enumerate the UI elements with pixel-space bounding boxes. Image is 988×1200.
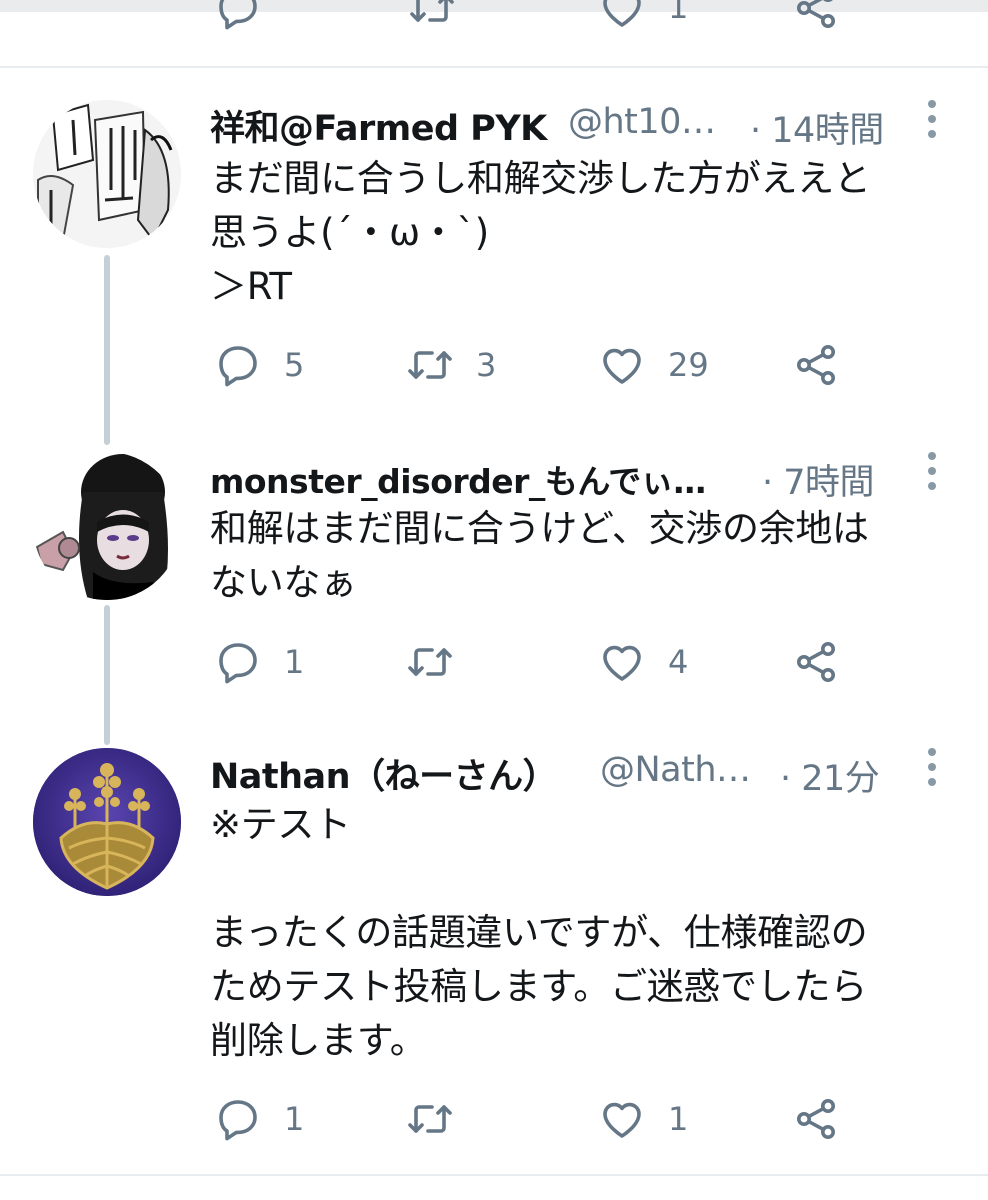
retweet-icon bbox=[408, 648, 452, 676]
display-name[interactable]: 祥和@Farmed PYK bbox=[210, 100, 547, 151]
tweet-text-line: まだ間に合うし和解交渉した方がええと bbox=[210, 157, 871, 200]
retweet-icon bbox=[408, 351, 452, 379]
tweet[interactable]: monster_disorder_もんでぃ… · 7時間 和解はまだ間に合うけど… bbox=[0, 452, 988, 722]
reply-button[interactable]: 1 bbox=[214, 637, 304, 687]
share-icon bbox=[797, 345, 835, 385]
like-icon bbox=[603, 1102, 641, 1138]
timestamp[interactable]: · 7時間 bbox=[762, 454, 875, 505]
more-options-icon[interactable] bbox=[922, 100, 942, 142]
reply-count: 5 bbox=[284, 346, 305, 384]
tweet-text-line: 思うよ(´・ω・`) bbox=[210, 211, 489, 254]
tweet-text-line: ためテスト投稿します。ご迷惑でしたら bbox=[210, 965, 867, 1008]
reply-button[interactable]: 1 bbox=[214, 1094, 304, 1144]
display-name[interactable]: monster_disorder_もんでぃ… bbox=[210, 455, 706, 503]
retweet-count: 3 bbox=[476, 346, 497, 384]
previous-like-count: 1 bbox=[668, 0, 689, 26]
tweet-text-line: まったくの話題違いですが、仕様確認の bbox=[210, 911, 868, 954]
tweet-header: Nathan（ねーさん） @Nath… · 21分 bbox=[210, 748, 950, 801]
divider bbox=[0, 66, 988, 68]
like-button[interactable]: 1 bbox=[598, 1094, 688, 1144]
tweet-text-line: 削除します。 bbox=[210, 1019, 427, 1062]
tweet-actions: 5 3 29 bbox=[210, 340, 890, 390]
tweet-text: ※テスト まったくの話題違いですが、仕様確認の ためテスト投稿します。ご迷惑でし… bbox=[210, 798, 960, 1068]
tweet-text-line: ないなぁ bbox=[210, 561, 357, 604]
like-icon bbox=[603, 348, 641, 384]
like-icon[interactable] bbox=[598, 0, 646, 32]
tweet-text-line: ＞RT bbox=[210, 265, 292, 308]
tweet[interactable]: 祥和@Farmed PYK @ht10… · 14時間 まだ間に合うし和解交渉し… bbox=[0, 100, 988, 430]
avatar[interactable] bbox=[33, 748, 181, 896]
reply-icon[interactable] bbox=[214, 0, 262, 32]
reply-count: 1 bbox=[284, 643, 305, 681]
more-options-icon[interactable] bbox=[922, 748, 942, 790]
reply-button[interactable]: 5 bbox=[214, 340, 304, 390]
more-options-icon[interactable] bbox=[922, 452, 942, 494]
tweet-text-line: ※テスト bbox=[210, 803, 351, 846]
reply-icon bbox=[219, 643, 257, 684]
like-icon bbox=[603, 645, 641, 681]
share-icon bbox=[797, 642, 835, 682]
retweet-button[interactable] bbox=[406, 637, 476, 687]
like-button[interactable]: 29 bbox=[598, 340, 709, 390]
tweet-text-line: 和解はまだ間に合うけど、交渉の余地は bbox=[210, 507, 869, 550]
reply-count: 1 bbox=[284, 1100, 305, 1138]
share-icon[interactable] bbox=[792, 0, 840, 32]
divider bbox=[0, 1174, 988, 1176]
avatar[interactable] bbox=[33, 100, 181, 248]
tweet-header: monster_disorder_もんでぃ… · 7時間 bbox=[210, 452, 950, 505]
retweet-icon bbox=[408, 1105, 452, 1133]
retweet-button[interactable] bbox=[406, 1094, 476, 1144]
tweet-text: 和解はまだ間に合うけど、交渉の余地は ないなぁ bbox=[210, 502, 960, 610]
tweet[interactable]: Nathan（ねーさん） @Nath… · 21分 ※テスト まったくの話題違い… bbox=[0, 748, 988, 1168]
tweet-header: 祥和@Farmed PYK @ht10… · 14時間 bbox=[210, 100, 950, 153]
retweet-button[interactable]: 3 bbox=[406, 340, 496, 390]
share-button[interactable] bbox=[792, 637, 840, 687]
reply-icon bbox=[219, 346, 257, 387]
like-count: 29 bbox=[668, 346, 709, 384]
share-button[interactable] bbox=[792, 340, 840, 390]
previous-tweet-actions: 1 bbox=[0, 0, 988, 40]
tweet-actions: 1 4 bbox=[210, 637, 890, 687]
display-name[interactable]: Nathan（ねーさん） bbox=[210, 748, 558, 799]
reply-icon bbox=[219, 1100, 257, 1141]
share-button[interactable] bbox=[792, 1094, 840, 1144]
user-handle[interactable]: @Nath… bbox=[600, 750, 751, 790]
like-button[interactable]: 4 bbox=[598, 637, 688, 687]
like-count: 4 bbox=[668, 643, 689, 681]
tweet-text-line bbox=[210, 852, 960, 906]
user-handle[interactable]: @ht10… bbox=[568, 102, 716, 142]
tweet-actions: 1 1 bbox=[210, 1094, 890, 1144]
avatar[interactable] bbox=[33, 452, 181, 600]
like-count: 1 bbox=[668, 1100, 689, 1138]
timestamp[interactable]: · 21分 bbox=[780, 750, 880, 801]
timestamp[interactable]: · 14時間 bbox=[750, 102, 884, 153]
tweet-text: まだ間に合うし和解交渉した方がええと 思うよ(´・ω・`) ＞RT bbox=[210, 152, 960, 314]
share-icon bbox=[797, 1099, 835, 1139]
retweet-icon[interactable] bbox=[408, 0, 456, 32]
